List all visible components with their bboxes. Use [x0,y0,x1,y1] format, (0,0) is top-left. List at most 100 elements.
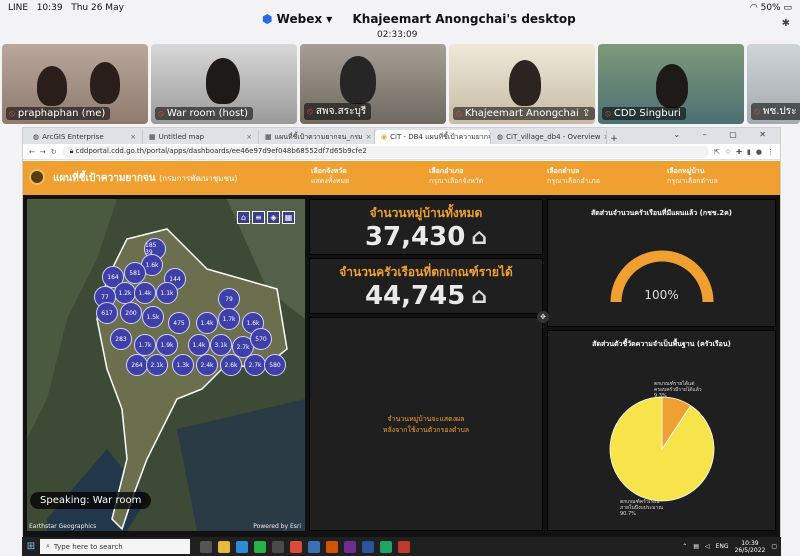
app-icon[interactable] [272,540,284,553]
taskbar-search[interactable]: ⌕ Type here to search [40,539,190,554]
participant-tile[interactable]: ⦸ War room (host) [151,44,297,124]
cluster-marker[interactable]: 581 [124,262,146,284]
edge-icon[interactable] [236,540,248,553]
profile-icon[interactable]: ● [756,148,762,156]
kpi-villages-title: จำนวนหมู่บ้านทั้งหมด [369,206,483,220]
webex-brand[interactable]: ⬢ Webex ▾ [262,12,332,26]
cluster-marker[interactable]: 1.4k [188,334,210,356]
network-icon[interactable]: ▤ [693,543,699,550]
cluster-marker[interactable]: 2.1k [146,354,168,376]
cluster-marker[interactable]: 2.6k [220,354,242,376]
pdf-icon[interactable] [398,540,410,553]
close-icon[interactable]: × [366,133,372,141]
mic-muted-icon: ⦸ [456,109,462,119]
word-icon[interactable] [362,540,374,553]
participant-tile[interactable]: ⦸ Khajeemart Anongchai ⇪ [449,44,595,124]
filter-district[interactable]: เลือกอำเภอ กรุณาเลือกจังหวัด [429,166,483,190]
cluster-marker[interactable]: 79 [218,288,240,310]
cluster-marker[interactable]: 283 [110,328,132,350]
task-view-icon[interactable] [200,540,212,553]
tab-dashboard[interactable]: ◉CiT - DB4 แผนที่ชี้เป้าความยากจน× [375,130,491,144]
notification-icon[interactable]: ▢ [771,543,777,550]
house-icon: ⌂ [471,284,488,309]
thailand-map[interactable]: ⌂ ≡ ◈ ▦ 185 39 1.6k 581 144 164 1.2k 1.4k 77 1.1… [27,199,305,531]
expand-icon[interactable]: ✥ [537,311,549,323]
line-icon[interactable] [254,540,266,553]
cluster-marker[interactable]: 200 [120,302,142,324]
close-icon[interactable]: × [130,133,136,141]
app-icon[interactable] [326,540,338,553]
filter-label: เลือกอำเภอ [429,167,464,175]
cluster-marker[interactable]: 1.4k [134,282,156,304]
cluster-marker[interactable]: 3.1k [210,334,232,356]
explorer-icon[interactable] [218,540,230,553]
participant-tile[interactable]: ⦸ พช.ประ [747,44,800,124]
url-field[interactable]: 🔒︎ cddportal.cdd.go.th/portal/apps/dashb… [61,145,709,158]
star-icon[interactable]: ☆ [725,148,731,156]
battery-percent: 50% [760,3,781,13]
kpi-villages-value: 37,430 ⌂ [364,222,488,252]
app-icon[interactable] [308,540,320,553]
village-list-panel: จำนวนหมู่บ้านจะแสดงผล หลังจากใช้งานตัวกร… [309,317,543,531]
chrome-icon[interactable] [290,540,302,553]
extensions-icon[interactable]: ✚ [736,148,742,156]
forward-icon[interactable]: → [40,148,46,156]
cluster-marker[interactable]: 1.7k [134,334,156,356]
status-date: Thu 26 May [71,3,124,13]
clock[interactable]: 10:39 26/5/2022 [735,540,766,554]
back-icon[interactable]: ← [29,148,35,156]
volume-icon[interactable]: ◁ [705,543,710,550]
cluster-marker[interactable]: 580 [264,354,286,376]
cluster-marker[interactable]: 570 [250,328,272,350]
excel-icon[interactable] [380,540,392,553]
windows-start-icon[interactable]: ⊞ [22,541,40,552]
ios-status-bar: LINE 10:39 Thu 26 May ◠ 50% ▭ ⬢ Webex ▾ … [0,0,800,42]
participant-tile[interactable]: ⦸ praphaphan (me) [2,44,148,124]
mic-muted-icon: ⦸ [307,107,313,117]
app-icon[interactable] [344,540,356,553]
tab-poverty-map[interactable]: ▦ แผนที่ชี้เป้าความยากจน_กรม × [259,130,375,144]
list-icon[interactable]: ≡ [252,211,265,224]
home-icon[interactable]: ⌂ [237,211,250,224]
cluster-marker[interactable]: 617 [96,302,118,324]
share-title: Khajeemart Anongchai's desktop [352,12,576,26]
reload-icon[interactable]: ↻ [51,148,57,156]
cluster-marker[interactable]: 475 [168,312,190,334]
cluster-marker[interactable]: 1.4k [196,312,218,334]
pie-slice-1[interactable] [609,396,715,502]
tab-arcgis[interactable]: ◍ ArcGIS Enterprise × [27,130,143,144]
window-controls[interactable]: ⌄ – ▢ ✕ [673,130,776,139]
tray-chevron-icon[interactable]: ⌃ [682,543,687,550]
cluster-marker[interactable]: 264 [126,354,148,376]
cluster-marker[interactable]: 1.7k [218,308,240,330]
mic-muted-icon: ⦸ [754,107,760,117]
cluster-marker[interactable]: 2.4k [196,354,218,376]
filter-province[interactable]: เลือกจังหวัด แสดงทั้งหมด [311,166,350,190]
basemap-icon[interactable]: ▦ [282,211,295,224]
tab-overview[interactable]: ◍CiT_village_db4 - Overview× [491,130,607,144]
filter-value: แสดงทั้งหมด [311,177,350,185]
filter-village[interactable]: เลือกหมู่บ้าน กรุณาเลือกตำบล [667,166,718,190]
cluster-marker[interactable]: 1.1k [156,282,178,304]
cluster-marker[interactable]: 1.3k [172,354,194,376]
tab-untitled-map[interactable]: ▦ Untitled map × [143,130,259,144]
new-tab-button[interactable]: + [607,134,621,144]
address-bar: ← → ↻ 🔒︎ cddportal.cdd.go.th/portal/apps… [23,144,780,160]
cluster-marker[interactable]: 1.9k [156,334,178,356]
participant-tile[interactable]: ⦸ CDD Singburi [598,44,744,124]
filter-subdistrict[interactable]: เลือกตำบล กรุณาเลือกอำเภอ [547,166,600,190]
cluster-marker[interactable]: 1.5k [142,306,164,328]
clock-date: 26/5/2022 [734,546,766,554]
dashboard-header: แผนที่ชี้เป้าความยากจน (กรมการพัฒนาชุมชน… [23,161,780,195]
cluster-marker[interactable]: 1.2k [114,282,136,304]
language-indicator[interactable]: ENG [716,543,729,550]
share-page-icon[interactable]: ⇱ [714,148,720,156]
participant-tile[interactable]: ⦸ สพจ.สระบุรี [300,44,446,124]
sidebar-icon[interactable]: ▮ [747,148,751,156]
cluster-marker[interactable]: 2.7k [244,354,266,376]
wifi-icon: ◠ [749,3,758,13]
menu-icon[interactable]: ⋮ [767,148,774,156]
participant-name: ⦸ War room (host) [155,107,253,120]
layers-icon[interactable]: ◈ [267,211,280,224]
close-icon[interactable]: × [246,133,252,141]
